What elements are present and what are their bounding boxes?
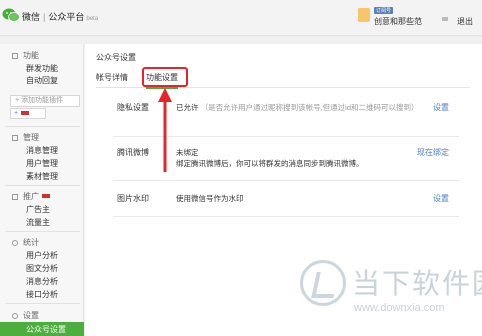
setting-value: 未绑定 绑定腾讯微博后，你可以将群发的消息同步到腾讯微博。 xyxy=(176,148,364,168)
sidebar-item-article-analysis[interactable]: 图文分析 xyxy=(26,263,58,274)
avatar[interactable] xyxy=(358,8,370,22)
mail-icon[interactable] xyxy=(442,17,448,21)
divider xyxy=(113,180,459,181)
divider xyxy=(6,126,80,127)
sidebar-group-promote: 推广 xyxy=(12,191,50,202)
user-area: 订阅号 创意和那些范 退出 xyxy=(358,6,478,30)
highlight-box xyxy=(142,67,188,87)
setting-label: 图片水印 xyxy=(117,194,149,203)
brand-title[interactable]: 微信 | 公众平台 beta xyxy=(22,10,98,23)
app-name: 微信 xyxy=(22,12,41,22)
wechat-logo-icon xyxy=(2,8,20,22)
sidebar-item-users[interactable]: 用户管理 xyxy=(26,158,58,169)
sidebar: 功能 群发功能 自动回复 + 添加功能插件 + 管理 消息管理 用户管理 素材管… xyxy=(0,44,84,336)
setting-value: 已允许 （是否允许用户通过昵称搜到该帐号,但通过id和二维码可以搜到） xyxy=(176,103,419,112)
page-title: 公众号设置 xyxy=(96,53,136,62)
sidebar-group-stats: 统计 xyxy=(12,237,39,248)
privacy-settings-link[interactable]: 设置 xyxy=(433,102,449,113)
setting-label: 隐私设置 xyxy=(117,103,149,112)
logout-link[interactable]: 退出 xyxy=(457,16,473,27)
brand-separator: | xyxy=(43,12,46,22)
setting-hint: 绑定腾讯微博后，你可以将群发的消息同步到腾讯微博。 xyxy=(176,159,364,168)
setting-row-privacy: 隐私设置 已允许 （是否允许用户通过昵称搜到该帐号,但通过id和二维码可以搜到）… xyxy=(113,102,459,126)
bind-weibo-link[interactable]: 现在绑定 xyxy=(417,147,449,158)
tab-account-details[interactable]: 帐号详情 xyxy=(96,72,128,83)
divider xyxy=(6,185,80,186)
divider xyxy=(6,303,80,304)
watermark-logo-icon xyxy=(300,260,346,306)
setting-row-watermark: 图片水印 使用微信号作为水印 设置 xyxy=(113,193,459,209)
sidebar-item-messages[interactable]: 消息管理 xyxy=(26,145,58,156)
add-plugin-button[interactable]: + 添加功能插件 xyxy=(10,95,80,107)
watermark-title: 当下软件园 xyxy=(352,267,482,300)
sidebar-item-traffic-owner[interactable]: 流量主 xyxy=(26,217,50,228)
platform-suffix: beta xyxy=(86,16,99,22)
grid-icon xyxy=(12,53,18,59)
site-watermark: 当下软件园 www.downxia.com xyxy=(300,256,482,336)
new-marker-icon xyxy=(42,194,50,198)
sidebar-item-user-analysis[interactable]: 用户分析 xyxy=(26,250,58,261)
sidebar-group-settings: 设置 xyxy=(12,310,39,321)
watermark-url: www.downxia.com xyxy=(354,302,445,314)
setting-hint: （是否允许用户通过昵称搜到该帐号,但通过id和二维码可以搜到） xyxy=(200,103,419,112)
sidebar-item-materials[interactable]: 素材管理 xyxy=(26,171,58,182)
top-bar: 微信 | 公众平台 beta 订阅号 创意和那些范 退出 xyxy=(0,0,482,36)
sidebar-item-api-analysis[interactable]: 接口分析 xyxy=(26,289,58,300)
user-name[interactable]: 创意和那些范 xyxy=(374,16,422,27)
add-small-button[interactable]: + xyxy=(10,108,46,119)
stats-icon xyxy=(12,240,18,246)
divider xyxy=(113,136,459,137)
sidebar-item-account-settings[interactable]: 公众号设置 xyxy=(0,322,84,336)
sidebar-item-mass-send[interactable]: 群发功能 xyxy=(26,63,58,74)
account-type-badge: 订阅号 xyxy=(374,7,394,14)
sidebar-item-advertiser[interactable]: 广告主 xyxy=(26,204,50,215)
sidebar-item-auto-reply[interactable]: 自动回复 xyxy=(26,75,58,86)
setting-row-weibo: 腾讯微博 未绑定 绑定腾讯微博后，你可以将群发的消息同步到腾讯微博。 现在绑定 xyxy=(113,147,459,171)
watermark-settings-link[interactable]: 设置 xyxy=(433,193,449,204)
sidebar-item-message-analysis[interactable]: 消息分析 xyxy=(26,276,58,287)
setting-label: 腾讯微博 xyxy=(117,148,149,157)
platform-name: 公众平台 xyxy=(48,12,85,22)
setting-value: 使用微信号作为水印 xyxy=(176,194,244,203)
sidebar-group-manage: 管理 xyxy=(12,132,39,143)
divider xyxy=(6,231,80,232)
new-marker-icon xyxy=(21,111,30,115)
manage-icon xyxy=(12,135,18,141)
promote-icon xyxy=(12,194,18,200)
gear-icon xyxy=(12,313,18,319)
divider xyxy=(113,216,459,217)
sidebar-group-function: 功能 xyxy=(12,50,39,61)
